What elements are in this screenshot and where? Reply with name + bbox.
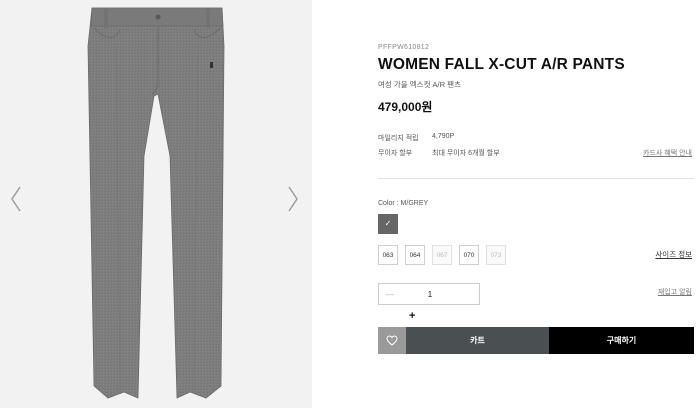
- wishlist-button[interactable]: [378, 327, 406, 354]
- size-option-070[interactable]: 070: [459, 245, 479, 265]
- quantity-plus-button[interactable]: +: [409, 310, 415, 322]
- check-icon: ✓: [384, 219, 392, 228]
- product-image: [87, 7, 225, 399]
- size-option-067[interactable]: 067: [432, 245, 452, 265]
- quantity-stepper: — 1: [378, 283, 480, 305]
- purchase-actions: 카트 구매하기: [378, 327, 694, 354]
- color-swatch-grey[interactable]: ✓: [378, 214, 398, 234]
- product-gallery: [0, 0, 312, 408]
- color-label: Color : M/GREY: [378, 200, 429, 207]
- restock-alert-link[interactable]: 재입고 알림: [658, 287, 692, 297]
- buy-now-button[interactable]: 구매하기: [549, 327, 694, 354]
- chevron-right-icon[interactable]: [285, 184, 301, 214]
- size-option-064[interactable]: 064: [405, 245, 425, 265]
- chevron-left-icon[interactable]: [8, 184, 24, 214]
- quantity-value[interactable]: 1: [401, 290, 479, 299]
- product-info-panel: PFFPW610812 WOMEN FALL X-CUT A/R PANTS 여…: [378, 0, 694, 408]
- installment-label: 무이자 할부: [378, 150, 413, 157]
- size-option-073[interactable]: 073: [486, 245, 506, 265]
- product-subtitle: 여성 가을 엑스컷 A/R 팬츠: [378, 80, 461, 89]
- mileage-value: 4,790P: [432, 133, 455, 140]
- size-option-063[interactable]: 063: [378, 245, 398, 265]
- quantity-minus-button[interactable]: —: [379, 290, 401, 299]
- mileage-label: 마일리지 적립: [378, 135, 419, 142]
- heart-icon: [386, 335, 398, 346]
- add-to-cart-button[interactable]: 카트: [406, 327, 549, 354]
- size-options: 063 064 067 070 073: [378, 245, 506, 265]
- divider: [378, 178, 694, 179]
- size-guide-link[interactable]: 사이즈 정보: [655, 249, 692, 260]
- installment-value: 최대 무이자 6개월 할부: [432, 150, 500, 157]
- product-price: 479,000원: [378, 100, 433, 114]
- card-benefit-link[interactable]: 카드사 혜택 안내: [643, 148, 692, 158]
- product-title: WOMEN FALL X-CUT A/R PANTS: [378, 56, 625, 73]
- product-sku: PFFPW610812: [378, 44, 430, 51]
